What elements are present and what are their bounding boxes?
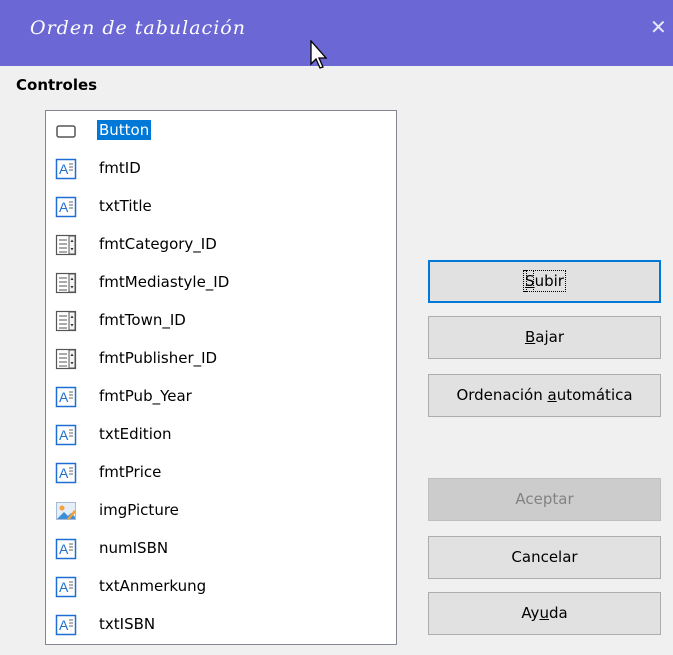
- list-item-label: Button: [97, 120, 152, 140]
- list-item[interactable]: AfmtPrice: [46, 454, 396, 492]
- list-item[interactable]: fmtTown_ID: [46, 302, 396, 340]
- text-field-icon: A: [55, 614, 77, 636]
- list-item-label: numISBN: [99, 539, 169, 557]
- list-item-label: txtAnmerkung: [99, 577, 207, 595]
- dialog-title: Orden de tabulación: [30, 17, 246, 39]
- list-item[interactable]: AfmtID: [46, 150, 396, 188]
- listbox-icon: [55, 348, 77, 370]
- ok-button[interactable]: Aceptar: [428, 478, 661, 521]
- list-item[interactable]: fmtMediastyle_ID: [46, 264, 396, 302]
- text-field-icon: A: [55, 158, 77, 180]
- text-field-icon: A: [55, 386, 77, 408]
- list-item[interactable]: AtxtAnmerkung: [46, 568, 396, 606]
- svg-text:A: A: [59, 389, 69, 405]
- help-button[interactable]: Ayuda: [428, 592, 661, 635]
- listbox-icon: [55, 310, 77, 332]
- list-item-label: txtISBN: [99, 615, 156, 633]
- list-item-label: fmtTown_ID: [99, 311, 186, 329]
- list-item-label: fmtCategory_ID: [99, 235, 217, 253]
- list-item-label: fmtPrice: [99, 463, 162, 481]
- list-item[interactable]: AfmtPub_Year: [46, 378, 396, 416]
- controls-listbox[interactable]: Button AfmtID AtxtTitle fmtCategory_ID fmtMe…: [45, 110, 397, 645]
- svg-text:A: A: [59, 541, 69, 557]
- cancel-button[interactable]: Cancelar: [428, 536, 661, 579]
- text-field-icon: A: [55, 576, 77, 598]
- list-item[interactable]: AtxtTitle: [46, 188, 396, 226]
- svg-text:A: A: [59, 427, 69, 443]
- list-item[interactable]: fmtPublisher_ID: [46, 340, 396, 378]
- list-item[interactable]: AnumISBN: [46, 530, 396, 568]
- close-icon[interactable]: ✕: [650, 17, 667, 37]
- move-down-button[interactable]: Bajar: [428, 316, 661, 359]
- text-field-icon: A: [55, 538, 77, 560]
- text-field-icon: A: [55, 196, 77, 218]
- svg-text:A: A: [59, 199, 69, 215]
- list-item-label: fmtID: [99, 159, 141, 177]
- list-item-label: fmtMediastyle_ID: [99, 273, 230, 291]
- list-item-label: fmtPub_Year: [99, 387, 192, 405]
- list-item[interactable]: Button: [46, 112, 396, 150]
- svg-text:A: A: [59, 579, 69, 595]
- auto-order-button[interactable]: Ordenación automática: [428, 374, 661, 417]
- list-item[interactable]: imgPicture: [46, 492, 396, 530]
- list-item-label: txtEdition: [99, 425, 172, 443]
- title-bar: Orden de tabulación ✕: [0, 0, 673, 66]
- svg-text:A: A: [59, 161, 69, 177]
- svg-text:A: A: [59, 465, 69, 481]
- mouse-pointer-icon: [310, 40, 328, 69]
- svg-text:A: A: [59, 617, 69, 633]
- list-item-label: imgPicture: [99, 501, 179, 519]
- listbox-icon: [55, 272, 77, 294]
- list-item[interactable]: AtxtEdition: [46, 416, 396, 454]
- list-item[interactable]: AtxtISBN: [46, 606, 396, 644]
- image-control-icon: [55, 500, 77, 522]
- text-field-icon: A: [55, 424, 77, 446]
- move-up-button[interactable]: Subir: [428, 260, 661, 303]
- push-button-icon: [55, 120, 77, 142]
- list-item[interactable]: fmtCategory_ID: [46, 226, 396, 264]
- controls-label: Controles: [16, 76, 98, 94]
- list-item-label: fmtPublisher_ID: [99, 349, 218, 367]
- listbox-icon: [55, 234, 77, 256]
- list-item-label: txtTitle: [99, 197, 152, 215]
- text-field-icon: A: [55, 462, 77, 484]
